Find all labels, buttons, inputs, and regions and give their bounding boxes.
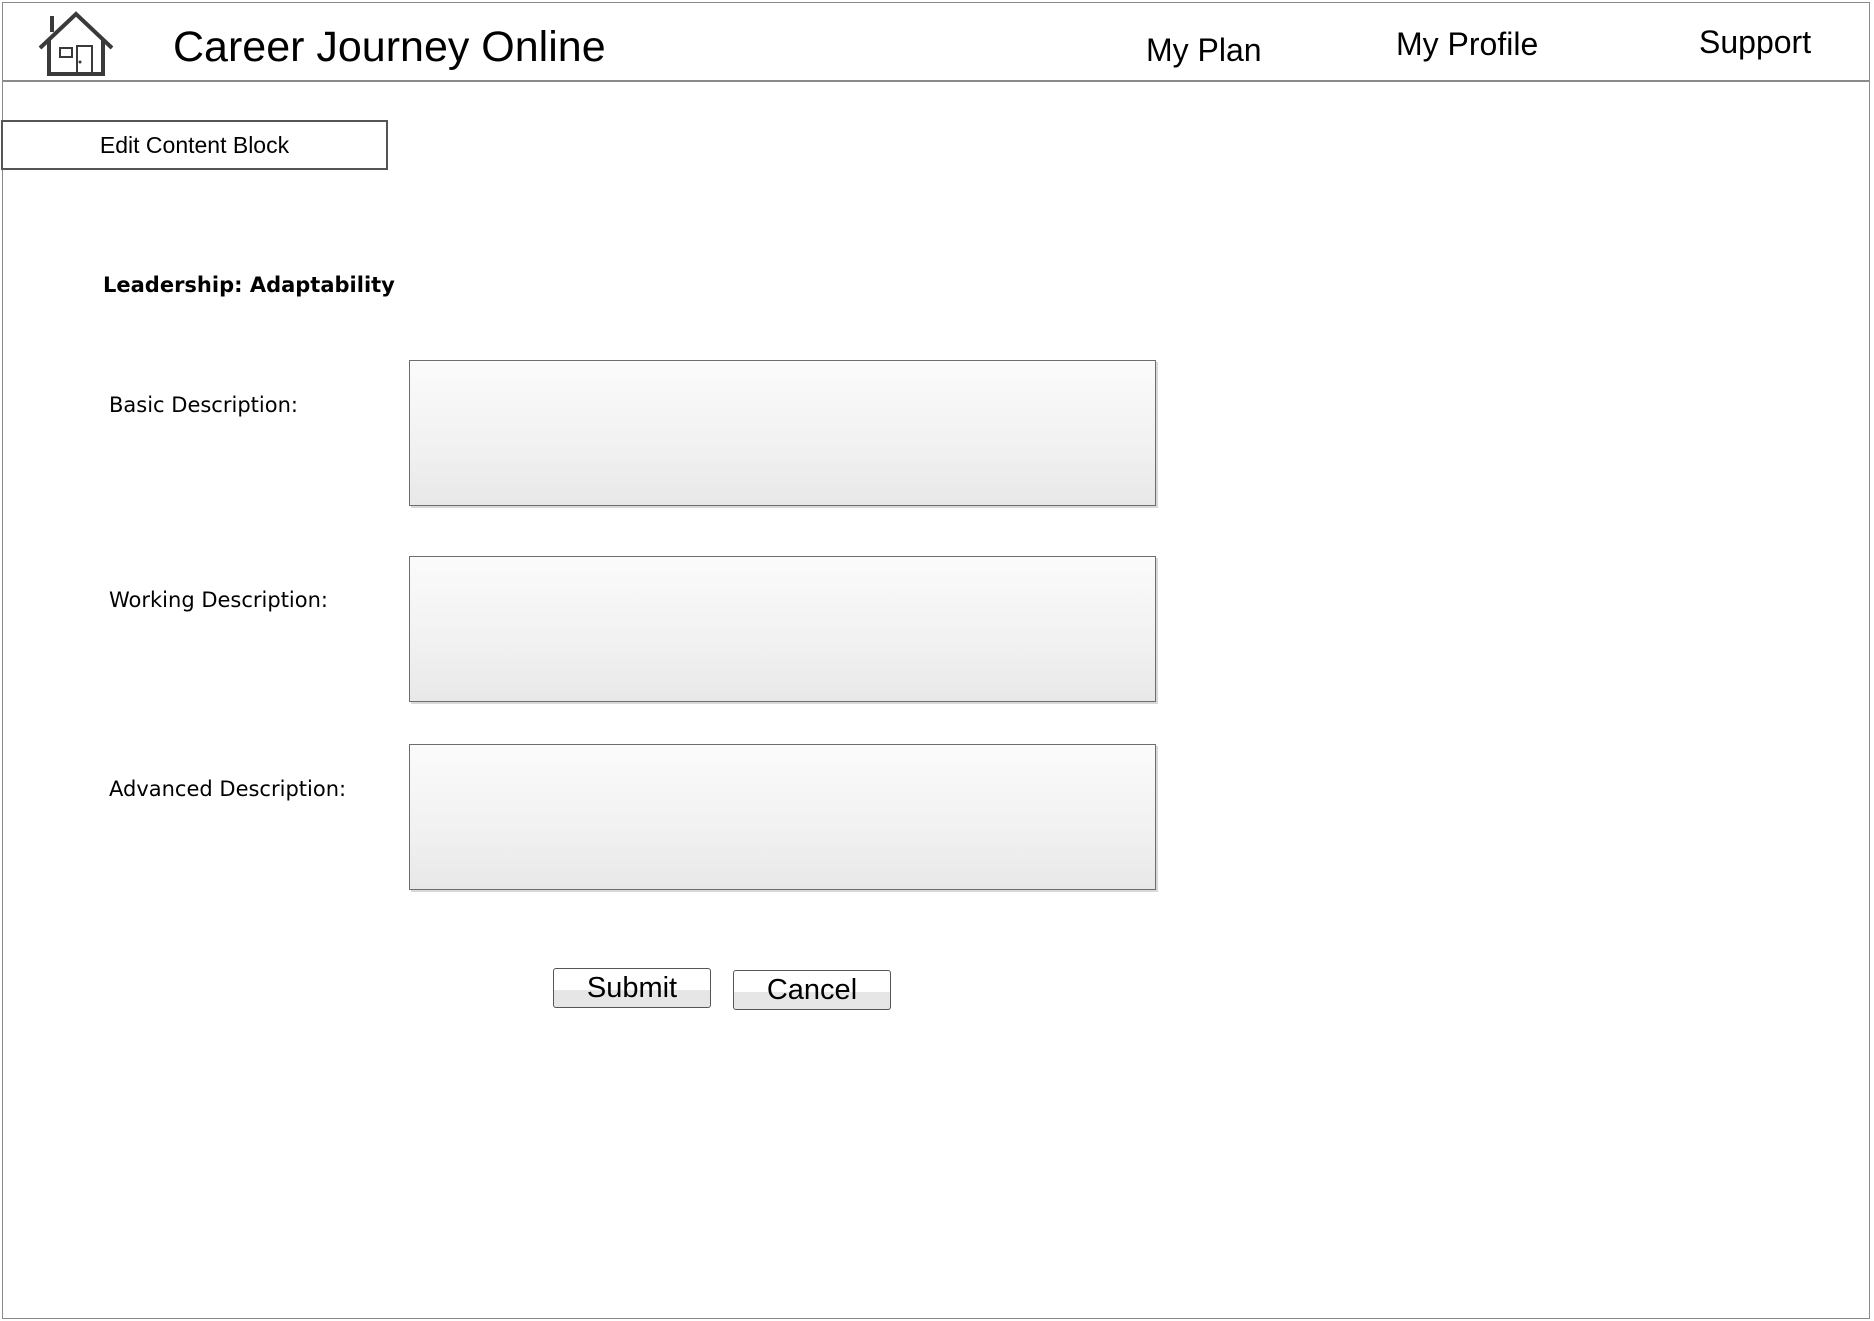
section-title: Leadership: Adaptability [103,273,395,297]
advanced-description-field[interactable] [409,744,1156,890]
cancel-button[interactable]: Cancel [733,970,891,1010]
house-icon[interactable] [38,10,114,78]
page-heading: Edit Content Block [1,120,388,170]
advanced-description-label: Advanced Description: [109,777,347,801]
nav-my-plan[interactable]: My Plan [1146,31,1262,69]
working-description-field[interactable] [409,556,1156,702]
nav-support[interactable]: Support [1699,23,1811,61]
app-title: Career Journey Online [173,23,606,71]
basic-description-field[interactable] [409,360,1156,506]
basic-description-label: Basic Description: [109,393,298,417]
working-description-label: Working Description: [109,588,329,612]
nav-my-profile[interactable]: My Profile [1396,25,1538,63]
submit-button[interactable]: Submit [553,968,711,1008]
app-header: Career Journey Online My Plan My Profile… [2,2,1870,82]
